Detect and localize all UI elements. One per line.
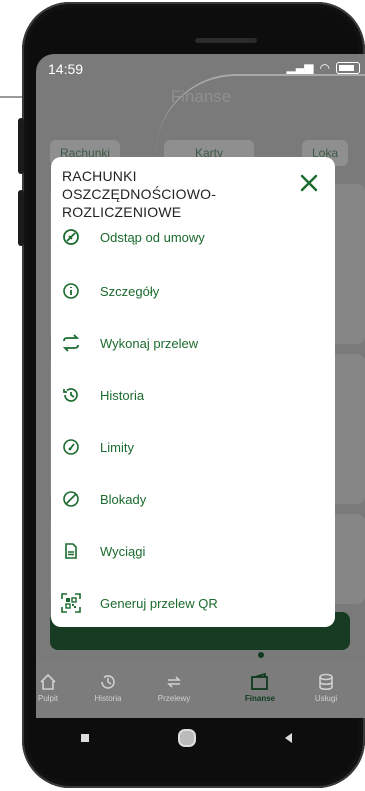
gauge-icon <box>61 437 81 457</box>
menu-label: Historia <box>100 387 145 403</box>
menu-label: Wyciągi <box>100 543 146 559</box>
database-icon <box>296 672 356 694</box>
android-nav-bar <box>36 718 336 758</box>
nav-item-uslugi[interactable]: Usługi <box>296 672 356 703</box>
nav-item-historia[interactable]: Historia <box>78 672 138 703</box>
nav-item-pulpit[interactable]: Pulpit <box>36 672 78 703</box>
qr-code-icon <box>61 593 81 613</box>
menu-label: Wykonaj przelew <box>100 335 199 351</box>
account-options-modal: RACHUNKI OSZCZĘDNOŚCIOWO-ROZLICZENIOWE O… <box>51 157 335 627</box>
status-icons: ▂▄▆ ◠ <box>287 61 360 75</box>
menu-item-withdraw[interactable]: Odstąp od umowy <box>61 221 321 253</box>
wallet-icon <box>230 672 290 694</box>
menu-item-limits[interactable]: Limity <box>61 431 321 463</box>
status-time: 14:59 <box>48 61 84 77</box>
back-button[interactable] <box>284 733 292 743</box>
speaker <box>195 38 257 43</box>
menu-item-details[interactable]: Szczegóły <box>61 275 321 307</box>
nav-item-przelewy[interactable]: Przelewy <box>144 672 204 703</box>
nav-label: Usługi <box>314 694 338 703</box>
nav-label: Przelewy <box>157 694 191 703</box>
home-button[interactable] <box>177 729 196 747</box>
withdraw-icon <box>61 227 81 247</box>
history-icon <box>78 672 138 694</box>
menu-item-history[interactable]: Historia <box>61 379 321 411</box>
menu-label: Generuj przelew QR <box>100 595 218 611</box>
menu-item-blocks[interactable]: Blokady <box>61 483 321 515</box>
menu-label: Limity <box>100 439 134 455</box>
info-icon <box>61 281 81 301</box>
nav-label: Finanse <box>244 694 276 703</box>
menu-item-transfer[interactable]: Wykonaj przelew <box>61 327 321 359</box>
active-indicator <box>258 652 264 658</box>
document-icon <box>61 541 81 561</box>
menu-item-qr-transfer[interactable]: Generuj przelew QR <box>61 587 321 619</box>
recents-button[interactable] <box>80 734 89 742</box>
wifi-icon: ◠ <box>319 61 330 75</box>
bottom-nav: Pulpit Historia Przelewy Finanse Usługi <box>36 652 365 718</box>
nav-item-finanse[interactable]: Finanse <box>230 672 290 703</box>
close-icon <box>300 174 318 192</box>
nav-label: Pulpit <box>37 694 58 703</box>
volume-button <box>18 118 24 174</box>
power-button <box>18 190 24 246</box>
transfer-icon <box>144 672 204 694</box>
page-title: Finanse <box>170 87 232 106</box>
transfer-icon <box>61 333 81 353</box>
signal-icon: ▂▄▆ <box>286 61 314 75</box>
nav-label: Historia <box>94 694 122 703</box>
menu-item-statements[interactable]: Wyciągi <box>61 535 321 567</box>
menu-label: Szczegóły <box>100 283 160 299</box>
home-icon <box>36 672 78 694</box>
history-icon <box>61 385 81 405</box>
block-icon <box>61 489 81 509</box>
menu-label: Blokady <box>100 491 147 507</box>
battery-icon <box>336 62 360 74</box>
menu-label: Odstąp od umowy <box>100 229 205 245</box>
close-button[interactable] <box>295 169 323 197</box>
modal-title: RACHUNKI OSZCZĘDNOŚCIOWO-ROZLICZENIOWE <box>62 168 217 220</box>
